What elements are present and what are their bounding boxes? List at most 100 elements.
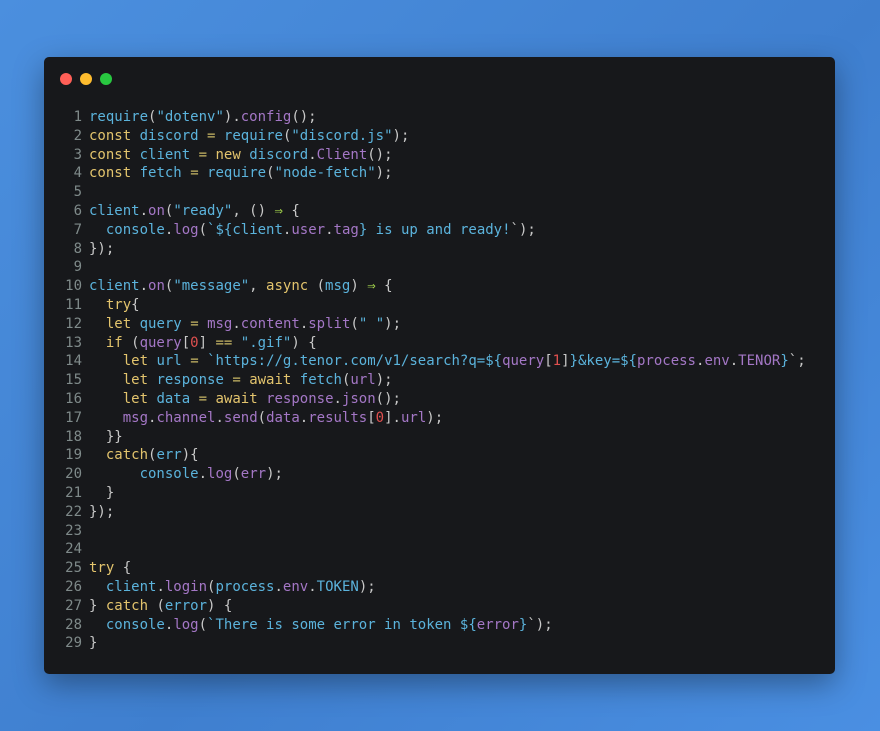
line-number: 8 [73, 240, 82, 257]
code-token: ) [350, 278, 368, 295]
line-content: } [89, 634, 97, 653]
code-token: response [266, 390, 334, 407]
code-token: ){ [181, 447, 199, 464]
code-line: 15 let response = await fetch(url); [62, 371, 806, 390]
code-token: . [299, 409, 309, 426]
code-token: . [139, 278, 149, 295]
code-line: 1 require("dotenv").config(); [62, 108, 806, 127]
code-token: url [156, 353, 182, 370]
code-token: query [139, 315, 182, 332]
code-token: discord [249, 146, 309, 163]
code-token: url [400, 409, 427, 426]
code-token: tag [333, 221, 359, 238]
code-line: 13 if (query[0] == ".gif") { [62, 334, 806, 353]
code-token: let [105, 315, 132, 332]
line-content: client.on("ready", () ⇒ { [89, 202, 300, 221]
line-content: catch(err){ [89, 446, 199, 465]
code-token: log [207, 466, 233, 483]
code-token: ( [350, 315, 359, 332]
code-line: 8}); [62, 240, 806, 259]
close-button[interactable] [60, 73, 72, 85]
code-token: let [122, 353, 149, 370]
line-number: 13 [65, 334, 82, 351]
line-number: 21 [65, 484, 82, 501]
code-token: `); [510, 221, 536, 238]
code-token: query [502, 353, 545, 370]
code-token: const [89, 165, 132, 182]
code-token: ); [375, 165, 393, 182]
line-content: } catch (error) { [89, 597, 232, 616]
code-token: catch [105, 597, 149, 614]
code-token: ); [384, 315, 401, 332]
line-content: client.login(process.env.TOKEN); [89, 578, 376, 597]
line-number: 2 [73, 127, 82, 144]
code-token: require [207, 165, 267, 182]
code-token: } [780, 353, 789, 370]
code-token: = [190, 315, 199, 332]
code-token: } [89, 635, 98, 652]
minimize-button[interactable] [80, 73, 92, 85]
code-token: TENOR [738, 353, 781, 370]
code-line: 17 msg.channel.send(data.results[0].url)… [62, 409, 806, 428]
line-content: client.on("message", async (msg) ⇒ { [89, 277, 393, 296]
code-token: ( [148, 597, 165, 614]
code-token: . [729, 353, 739, 370]
line-number: 27 [65, 597, 82, 614]
code-token: } [89, 484, 115, 501]
line-number: 11 [65, 296, 82, 313]
code-token: try [89, 560, 115, 577]
line-number: 9 [73, 259, 82, 276]
code-token: console [139, 466, 199, 483]
code-line: 10 client.on("message", async (msg) ⇒ { [62, 277, 806, 296]
code-token: err [240, 466, 267, 483]
code-token: discord [139, 127, 199, 144]
code-token: try [105, 296, 132, 313]
code-token: ) { [207, 597, 233, 614]
code-line: 26 client.login(process.env.TOKEN); [62, 578, 806, 597]
code-token: , () [232, 202, 275, 219]
line-number: 3 [73, 146, 82, 163]
line-content: console.log(err); [89, 465, 283, 484]
code-token: }&key=${ [569, 353, 637, 370]
code-token: ( [308, 278, 326, 295]
code-token: . [215, 409, 224, 426]
code-line: 7 console.log(`${client.user.tag} is up … [62, 221, 806, 240]
code-token: client [89, 202, 140, 219]
code-line: 9 [62, 258, 806, 277]
line-number: 24 [65, 541, 82, 558]
code-token: "node-fetch" [274, 165, 376, 182]
line-content: if (query[0] == ".gif") { [89, 334, 317, 353]
code-token: { [114, 560, 132, 577]
line-number: 22 [65, 503, 82, 520]
code-token: ] [198, 334, 216, 351]
code-token: , [249, 278, 267, 295]
code-token: "dotenv" [156, 109, 224, 125]
code-token: ); [426, 409, 444, 426]
line-content: const discord = require("discord.js"); [89, 127, 409, 146]
code-token: const [89, 127, 132, 144]
code-line: 24 [62, 540, 806, 559]
code-line: 11 try{ [62, 296, 806, 315]
code-token: await [215, 390, 258, 407]
code-token: ). [223, 109, 241, 125]
code-token: split [308, 315, 351, 332]
code-token: { [282, 202, 300, 219]
code-line: 29} [62, 634, 806, 653]
line-number: 1 [73, 109, 82, 125]
line-content: try { [89, 559, 131, 578]
code-token: . [232, 315, 241, 332]
line-number: 6 [73, 202, 82, 219]
maximize-button[interactable] [100, 73, 112, 85]
